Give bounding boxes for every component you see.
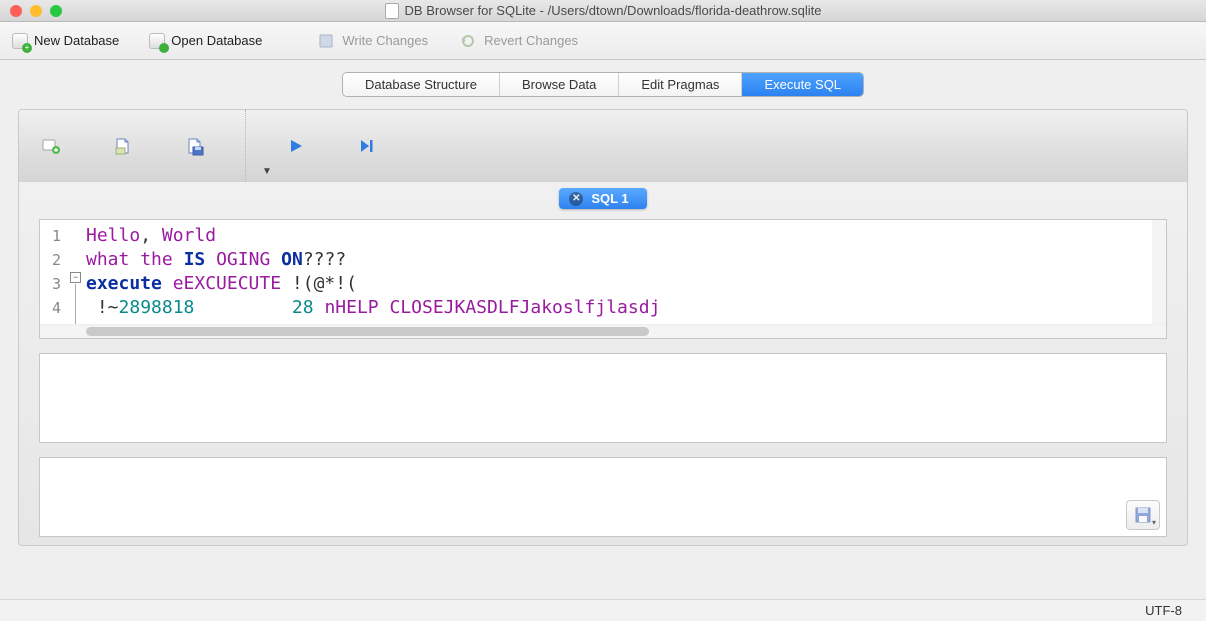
line-gutter: 1 2 3 4 (40, 220, 68, 338)
token: what (86, 249, 129, 270)
revert-changes-button: Revert Changes (458, 31, 578, 51)
window-controls (0, 5, 62, 17)
open-database-label: Open Database (171, 33, 262, 48)
token: World (162, 225, 216, 246)
script-tab-label: SQL 1 (591, 191, 628, 206)
database-open-icon (149, 33, 165, 49)
token: ON (281, 249, 303, 270)
run-icon[interactable] (286, 136, 306, 156)
token (270, 249, 281, 270)
open-database-button[interactable]: Open Database (149, 33, 262, 49)
editor-vertical-scrollbar[interactable] (1152, 220, 1166, 324)
new-tab-icon[interactable] (41, 136, 61, 156)
status-bar: UTF-8 (0, 599, 1206, 621)
tab-edit-pragmas[interactable]: Edit Pragmas (619, 73, 742, 96)
tab-execute-sql[interactable]: Execute SQL (742, 73, 863, 96)
token: 28 (292, 297, 314, 318)
token (194, 297, 292, 318)
tab-database-structure[interactable]: Database Structure (343, 73, 500, 96)
save-file-icon[interactable] (185, 136, 205, 156)
token: , (140, 225, 162, 246)
token: Hello (86, 225, 140, 246)
fold-toggle-icon[interactable]: − (70, 272, 81, 283)
token: CLOSEJKASDLFJakoslfjlasdj (389, 297, 660, 318)
new-database-label: New Database (34, 33, 119, 48)
window-title: DB Browser for SQLite - /Users/dtown/Dow… (0, 3, 1206, 19)
token: eEXCUECUTE (173, 273, 281, 294)
script-tab-sql1[interactable]: ✕ SQL 1 (559, 188, 646, 209)
write-changes-button: Write Changes (316, 31, 428, 51)
token: OGING (216, 249, 270, 270)
sql-toolbar: ▼ (19, 110, 1187, 182)
token (129, 249, 140, 270)
revert-changes-icon (458, 31, 478, 51)
chevron-down-icon: ▾ (1152, 518, 1156, 527)
close-tab-icon[interactable]: ✕ (569, 192, 583, 206)
line-number: 1 (40, 224, 67, 248)
sql-workspace: ▼ ✕ SQL 1 1 2 3 4 − Hello, World what th… (18, 109, 1188, 546)
revert-changes-label: Revert Changes (484, 33, 578, 48)
line-number: 4 (40, 296, 67, 320)
new-database-button[interactable]: + New Database (12, 33, 119, 49)
token: nHELP (324, 297, 378, 318)
token (173, 249, 184, 270)
tab-edit-pragmas-label: Edit Pragmas (641, 77, 719, 92)
tab-browse-data[interactable]: Browse Data (500, 73, 619, 96)
token: ???? (303, 249, 346, 270)
zoom-window-button[interactable] (50, 5, 62, 17)
line-number: 3 (40, 272, 67, 296)
token: !(@*!( (281, 273, 357, 294)
token: the (140, 249, 173, 270)
token: IS (184, 249, 206, 270)
write-changes-label: Write Changes (342, 33, 428, 48)
save-results-button[interactable]: ▾ (1126, 500, 1160, 530)
fold-guide (75, 284, 76, 324)
token (314, 297, 325, 318)
minimize-window-button[interactable] (30, 5, 42, 17)
tab-browse-data-label: Browse Data (522, 77, 596, 92)
token: 2898818 (119, 297, 195, 318)
editor-horizontal-scrollbar[interactable] (40, 324, 1166, 338)
document-icon (385, 3, 399, 19)
encoding-indicator[interactable]: UTF-8 (1145, 603, 1182, 618)
main-tabs: Database Structure Browse Data Edit Prag… (0, 72, 1206, 97)
script-tabs: ✕ SQL 1 (19, 182, 1187, 209)
main-toolbar: + New Database Open Database Write Chang… (0, 22, 1206, 60)
token (205, 249, 216, 270)
results-panel (39, 353, 1167, 443)
token (162, 273, 173, 294)
database-new-icon: + (12, 33, 28, 49)
write-changes-icon (316, 31, 336, 51)
open-file-icon[interactable] (113, 136, 133, 156)
sql-editor[interactable]: 1 2 3 4 − Hello, World what the IS OGING… (39, 219, 1167, 339)
tab-execute-sql-label: Execute SQL (764, 77, 841, 92)
close-window-button[interactable] (10, 5, 22, 17)
messages-panel: ▾ (39, 457, 1167, 537)
line-number: 2 (40, 248, 67, 272)
toolbar-dropdown-icon[interactable]: ▼ (262, 166, 272, 177)
token (379, 297, 390, 318)
fold-column: − (68, 220, 86, 338)
tab-database-structure-label: Database Structure (365, 77, 477, 92)
window-title-text: DB Browser for SQLite - /Users/dtown/Dow… (405, 3, 822, 18)
token: execute (86, 273, 162, 294)
code-area[interactable]: Hello, World what the IS OGING ON???? ex… (86, 220, 1166, 338)
run-line-icon[interactable] (358, 136, 378, 156)
token: !~ (86, 297, 119, 318)
window-titlebar: DB Browser for SQLite - /Users/dtown/Dow… (0, 0, 1206, 22)
scrollbar-thumb[interactable] (86, 327, 649, 336)
